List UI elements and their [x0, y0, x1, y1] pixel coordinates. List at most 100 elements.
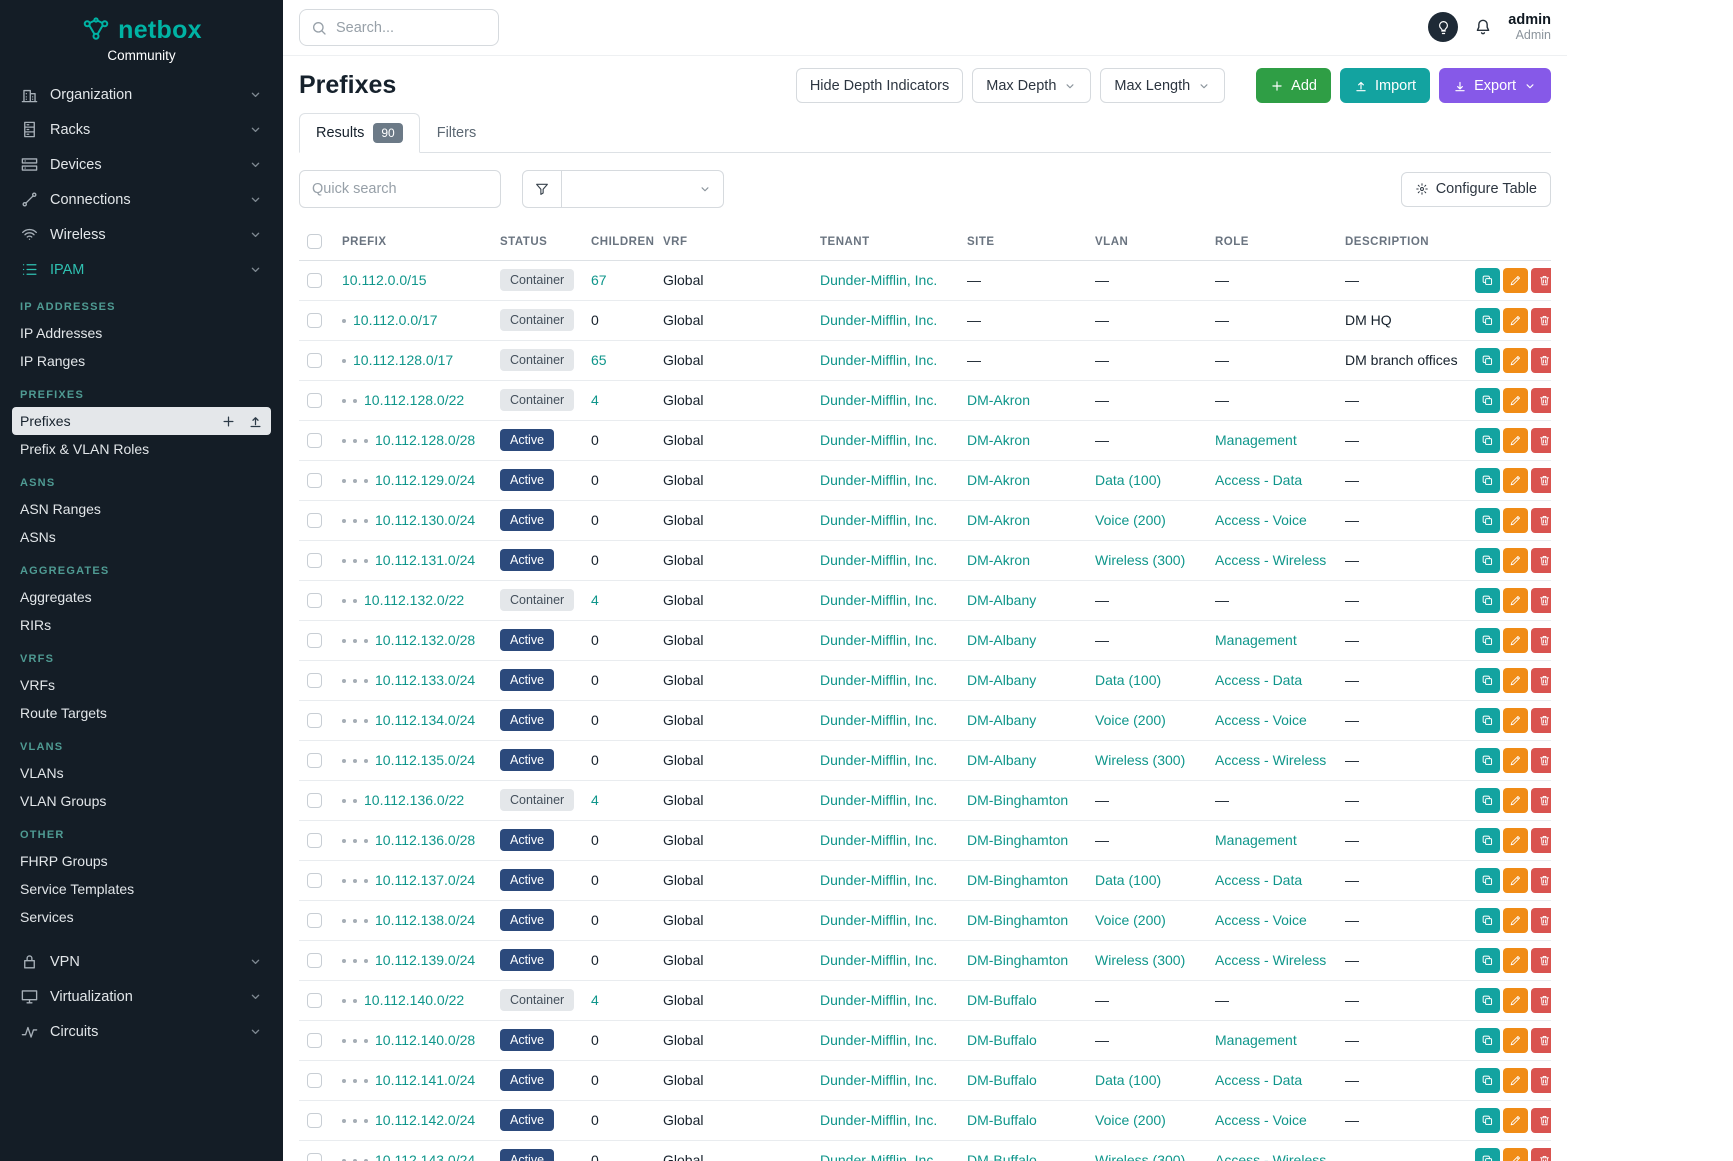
edit-button[interactable]	[1503, 828, 1528, 853]
prefix-link[interactable]: 10.112.136.0/22	[364, 792, 464, 808]
tenant-link[interactable]: Dunder-Mifflin, Inc.	[820, 912, 937, 928]
row-checkbox[interactable]	[307, 713, 322, 728]
copy-button[interactable]	[1475, 668, 1500, 693]
sidebar-item-virtualization[interactable]: Virtualization	[12, 979, 271, 1014]
vlan-link[interactable]: Wireless (300)	[1095, 1152, 1185, 1161]
prefix-link[interactable]: 10.112.139.0/24	[375, 952, 475, 968]
sidebar-item-vrfs[interactable]: VRFs	[12, 671, 271, 699]
role-link[interactable]: Access - Voice	[1215, 1112, 1307, 1128]
copy-button[interactable]	[1475, 1068, 1500, 1093]
sidebar-item-route-targets[interactable]: Route Targets	[12, 699, 271, 727]
site-link[interactable]: DM-Buffalo	[967, 1032, 1037, 1048]
edit-button[interactable]	[1503, 708, 1528, 733]
global-search[interactable]	[299, 9, 499, 46]
delete-dropdown-button[interactable]	[1531, 948, 1551, 973]
copy-button[interactable]	[1475, 588, 1500, 613]
edit-button[interactable]	[1503, 588, 1528, 613]
delete-dropdown-button[interactable]	[1531, 268, 1551, 293]
sidebar-item-ip-ranges[interactable]: IP Ranges	[12, 347, 271, 375]
role-link[interactable]: Access - Wireless	[1215, 552, 1326, 568]
row-checkbox[interactable]	[307, 313, 322, 328]
vlan-link[interactable]: Wireless (300)	[1095, 552, 1185, 568]
vlan-link[interactable]: Wireless (300)	[1095, 752, 1185, 768]
copy-button[interactable]	[1475, 268, 1500, 293]
prefix-link[interactable]: 10.112.138.0/24	[375, 912, 475, 928]
row-checkbox[interactable]	[307, 593, 322, 608]
delete-dropdown-button[interactable]	[1531, 428, 1551, 453]
edit-button[interactable]	[1503, 668, 1528, 693]
sidebar-item-organization[interactable]: Organization	[12, 77, 271, 112]
prefix-link[interactable]: 10.112.132.0/22	[364, 592, 464, 608]
column-header-vrf[interactable]: VRF	[655, 224, 812, 260]
prefix-link[interactable]: 10.112.135.0/24	[375, 752, 475, 768]
vlan-link[interactable]: Voice (200)	[1095, 1112, 1166, 1128]
vlan-link[interactable]: Voice (200)	[1095, 712, 1166, 728]
vlan-link[interactable]: Voice (200)	[1095, 912, 1166, 928]
delete-dropdown-button[interactable]	[1531, 588, 1551, 613]
row-checkbox[interactable]	[307, 753, 322, 768]
tenant-link[interactable]: Dunder-Mifflin, Inc.	[820, 632, 937, 648]
row-checkbox[interactable]	[307, 633, 322, 648]
edit-button[interactable]	[1503, 628, 1528, 653]
row-checkbox[interactable]	[307, 953, 322, 968]
sidebar-item-circuits[interactable]: Circuits	[12, 1014, 271, 1049]
vlan-link[interactable]: Data (100)	[1095, 872, 1161, 888]
tenant-link[interactable]: Dunder-Mifflin, Inc.	[820, 392, 937, 408]
hide-depth-indicators-button[interactable]: Hide Depth Indicators	[796, 68, 963, 103]
site-link[interactable]: DM-Buffalo	[967, 992, 1037, 1008]
configure-table-button[interactable]: Configure Table	[1401, 172, 1551, 207]
sidebar-item-ipam[interactable]: IPAM	[12, 252, 271, 287]
sidebar-item-asn-ranges[interactable]: ASN Ranges	[12, 495, 271, 523]
edit-button[interactable]	[1503, 468, 1528, 493]
copy-button[interactable]	[1475, 388, 1500, 413]
column-header-role[interactable]: ROLE	[1207, 224, 1337, 260]
tenant-link[interactable]: Dunder-Mifflin, Inc.	[820, 1072, 937, 1088]
tenant-link[interactable]: Dunder-Mifflin, Inc.	[820, 752, 937, 768]
edit-button[interactable]	[1503, 508, 1528, 533]
children-count[interactable]: 67	[591, 272, 607, 288]
tenant-link[interactable]: Dunder-Mifflin, Inc.	[820, 1032, 937, 1048]
copy-button[interactable]	[1475, 868, 1500, 893]
sidebar-item-service-templates[interactable]: Service Templates	[12, 875, 271, 903]
role-link[interactable]: Access - Voice	[1215, 512, 1307, 528]
edit-button[interactable]	[1503, 1108, 1528, 1133]
role-link[interactable]: Access - Data	[1215, 672, 1302, 688]
sidebar-item-vlans[interactable]: VLANs	[12, 759, 271, 787]
row-checkbox[interactable]	[307, 913, 322, 928]
row-checkbox[interactable]	[307, 1153, 322, 1161]
site-link[interactable]: DM-Akron	[967, 392, 1030, 408]
role-link[interactable]: Access - Wireless	[1215, 952, 1326, 968]
vlan-link[interactable]: Data (100)	[1095, 672, 1161, 688]
role-link[interactable]: Access - Voice	[1215, 712, 1307, 728]
site-link[interactable]: DM-Buffalo	[967, 1072, 1037, 1088]
copy-button[interactable]	[1475, 548, 1500, 573]
children-count[interactable]: 4	[591, 592, 599, 608]
row-checkbox[interactable]	[307, 273, 322, 288]
edit-button[interactable]	[1503, 308, 1528, 333]
delete-dropdown-button[interactable]	[1531, 468, 1551, 493]
copy-button[interactable]	[1475, 428, 1500, 453]
edit-button[interactable]	[1503, 268, 1528, 293]
delete-dropdown-button[interactable]	[1531, 628, 1551, 653]
row-checkbox[interactable]	[307, 1033, 322, 1048]
role-link[interactable]: Access - Voice	[1215, 912, 1307, 928]
edit-button[interactable]	[1503, 748, 1528, 773]
column-header-vlan[interactable]: VLAN	[1087, 224, 1207, 260]
edit-button[interactable]	[1503, 548, 1528, 573]
delete-dropdown-button[interactable]	[1531, 1148, 1551, 1161]
role-link[interactable]: Management	[1215, 632, 1297, 648]
prefix-link[interactable]: 10.112.130.0/24	[375, 512, 475, 528]
sidebar-item-connections[interactable]: Connections	[12, 182, 271, 217]
delete-dropdown-button[interactable]	[1531, 308, 1551, 333]
delete-dropdown-button[interactable]	[1531, 348, 1551, 373]
sidebar-item-services[interactable]: Services	[12, 903, 271, 931]
prefix-link[interactable]: 10.112.142.0/24	[375, 1112, 475, 1128]
prefix-link[interactable]: 10.112.141.0/24	[375, 1072, 475, 1088]
row-checkbox[interactable]	[307, 993, 322, 1008]
tenant-link[interactable]: Dunder-Mifflin, Inc.	[820, 512, 937, 528]
sidebar-item-devices[interactable]: Devices	[12, 147, 271, 182]
edit-button[interactable]	[1503, 1068, 1528, 1093]
sidebar-item-ip-addresses[interactable]: IP Addresses	[12, 319, 271, 347]
sidebar-item-fhrp-groups[interactable]: FHRP Groups	[12, 847, 271, 875]
column-header-prefix[interactable]: PREFIX	[334, 224, 492, 260]
